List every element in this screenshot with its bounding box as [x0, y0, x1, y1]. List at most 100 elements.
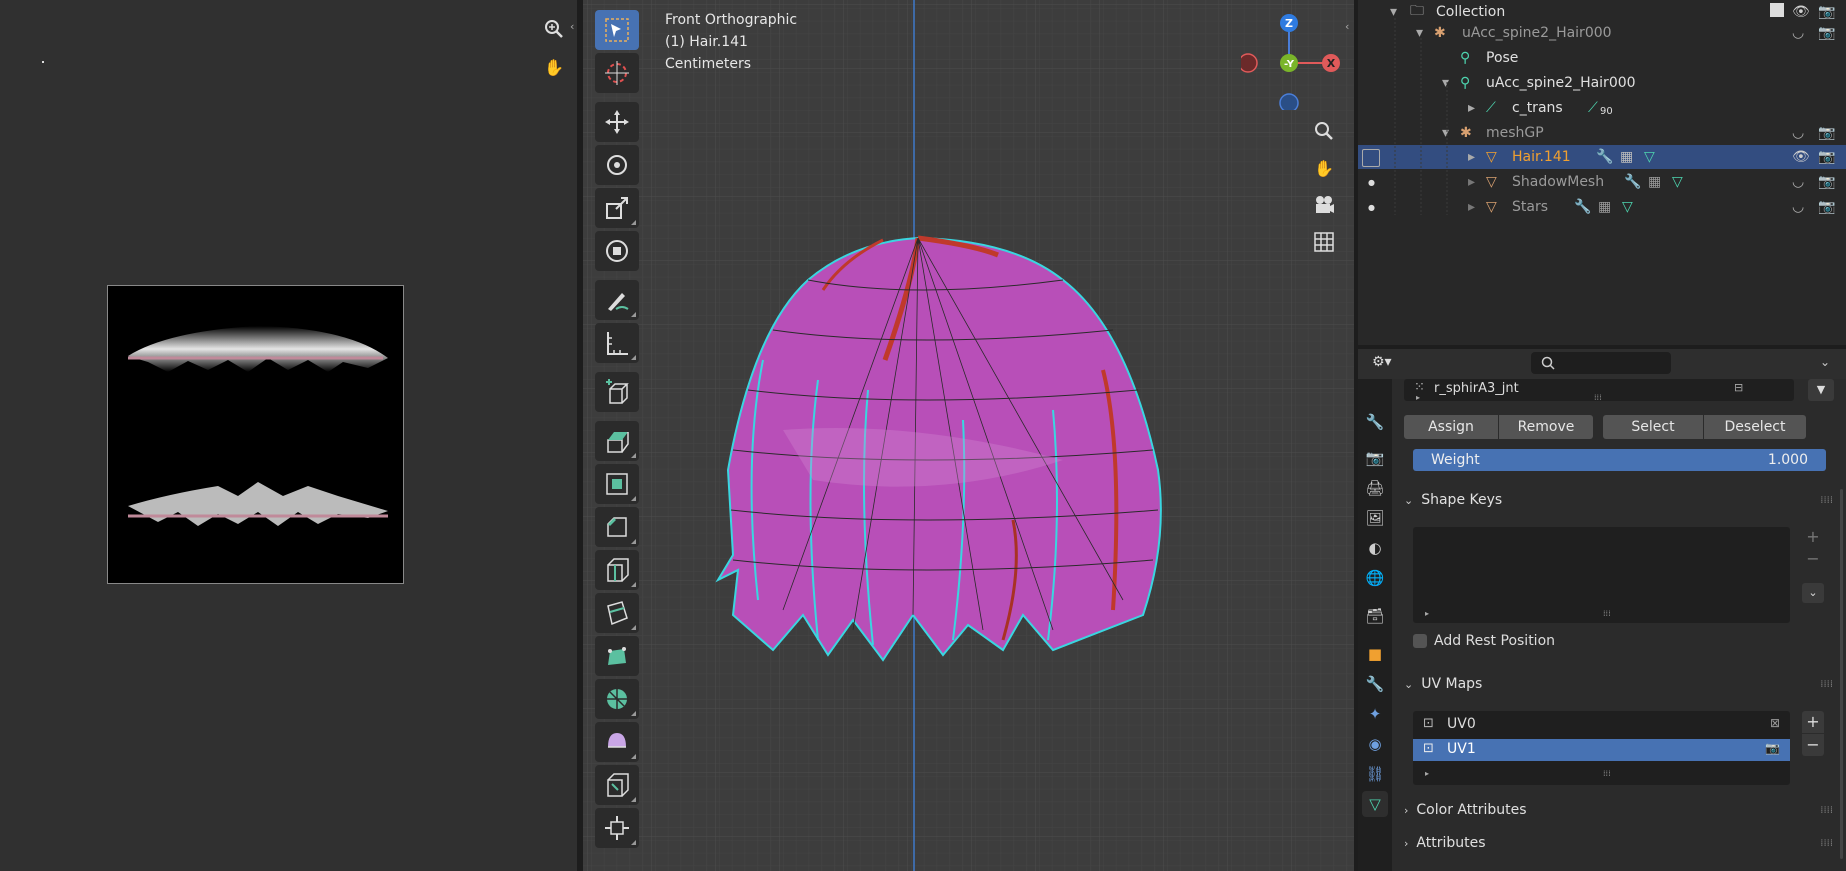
- zoom-icon[interactable]: [539, 14, 569, 44]
- edge-slide-tool[interactable]: [595, 765, 639, 805]
- pan-hand-icon[interactable]: ✋: [1309, 153, 1339, 183]
- add-rest-position-label: Add Rest Position: [1434, 633, 1556, 649]
- shape-keys-list[interactable]: ▸ ⁞⁞⁞: [1413, 527, 1790, 623]
- add-rest-position-checkbox[interactable]: [1413, 634, 1427, 648]
- smooth-tool[interactable]: [595, 722, 639, 762]
- chevron-down-icon: ⌄: [1404, 677, 1414, 691]
- pan-hand-icon[interactable]: ✋: [539, 52, 569, 82]
- modifier-tab-icon[interactable]: 🔧: [1362, 671, 1388, 697]
- vertex-group-list[interactable]: ⁙ r_sphirA3_jnt ▸ ⁞⁞⁞ ⊟: [1404, 379, 1794, 402]
- uv-maps-list[interactable]: ⊡ UV0 ⊠ ⊡ UV1 📷 ▸ ⁞⁞⁞: [1413, 711, 1790, 785]
- units-label: Centimeters: [665, 56, 752, 72]
- expand-arrow-icon[interactable]: ▸: [1425, 769, 1429, 778]
- physics-tab-icon[interactable]: ◉: [1362, 731, 1388, 757]
- tool-tab-icon[interactable]: 🔧: [1362, 409, 1388, 435]
- camera-render-icon[interactable]: ⊠: [1770, 716, 1780, 730]
- poly-build-tool[interactable]: [595, 636, 639, 676]
- color-attributes-panel-header[interactable]: › Color Attributes ⁞⁞⁞⁞: [1404, 795, 1841, 825]
- rotate-tool[interactable]: [595, 145, 639, 185]
- constraints-tab-icon[interactable]: ⛓: [1362, 761, 1388, 787]
- uv-editor[interactable]: ✋ ‹: [0, 0, 577, 871]
- resize-grip-icon[interactable]: ⁞⁞⁞: [1594, 393, 1602, 402]
- expand-arrow-icon[interactable]: ▸: [1416, 393, 1420, 402]
- loop-cut-tool[interactable]: [595, 550, 639, 590]
- vertex-group-item[interactable]: r_sphirA3_jnt: [1434, 381, 1519, 396]
- grid-view-icon[interactable]: [1309, 227, 1339, 257]
- add-uv-map-icon[interactable]: +: [1802, 711, 1824, 733]
- properties-header: ⚙▾ ⌄: [1358, 349, 1846, 379]
- scene-tab-icon[interactable]: ◐: [1362, 535, 1388, 561]
- camera-icon[interactable]: [1309, 190, 1339, 220]
- chevron-right-icon: ›: [1404, 836, 1409, 850]
- inset-tool[interactable]: [595, 464, 639, 504]
- svg-text:Z: Z: [1285, 17, 1293, 30]
- scrollbar[interactable]: [1840, 489, 1843, 859]
- editor-type-icon[interactable]: ⚙▾: [1372, 354, 1402, 374]
- search-input[interactable]: [1531, 352, 1671, 374]
- 3d-viewport[interactable]: Front Orthographic (1) Hair.141 Centimet…: [583, 0, 1354, 871]
- resize-grip-icon[interactable]: ⁞⁞⁞: [1603, 609, 1611, 618]
- deselect-button[interactable]: Deselect: [1704, 415, 1806, 439]
- annotate-tool[interactable]: [595, 280, 639, 320]
- measure-tool[interactable]: [595, 323, 639, 363]
- drag-grip-icon[interactable]: ⁞⁞⁞⁞: [1820, 495, 1833, 506]
- search-icon: [1541, 356, 1555, 370]
- shape-key-specials-icon[interactable]: ⌄: [1802, 583, 1824, 603]
- camera-render-icon[interactable]: 📷: [1765, 741, 1780, 755]
- drag-grip-icon[interactable]: ⁞⁞⁞⁞: [1820, 838, 1833, 849]
- scale-tool[interactable]: [595, 188, 639, 228]
- view-name: Front Orthographic: [665, 12, 798, 28]
- add-shape-key-icon[interactable]: +: [1802, 527, 1824, 549]
- properties-editor[interactable]: ⚙▾ ⌄ 🔧 📷 🖨 🖼 ◐ 🌐 🗃 ■ 🔧 ✦ ◉ ⛓ ▽ ⁙ r_sphir…: [1358, 349, 1846, 871]
- shape-keys-panel-header[interactable]: ⌄ Shape Keys ⁞⁞⁞⁞: [1404, 485, 1841, 515]
- uv-map-item-active[interactable]: ⊡ UV1 📷: [1413, 739, 1790, 761]
- weight-label: Weight: [1431, 452, 1480, 468]
- outliner[interactable]: ▾ 🗀 Collection 👁 📷 ▾ ✱ uAcc_spine2_Hair0…: [1358, 0, 1846, 345]
- remove-uv-map-icon[interactable]: −: [1802, 734, 1824, 756]
- transform-tool[interactable]: [595, 231, 639, 271]
- cursor-dot: [42, 61, 44, 63]
- collapse-arrow-icon[interactable]: ‹: [570, 20, 574, 33]
- collection-tab-icon[interactable]: 🗃: [1362, 603, 1388, 629]
- move-tool[interactable]: [595, 102, 639, 142]
- knife-tool[interactable]: [595, 593, 639, 633]
- specials-dropdown-icon[interactable]: ▼: [1808, 379, 1834, 401]
- uv-map-icon: ⊡: [1423, 716, 1434, 731]
- select-box-tool[interactable]: [595, 10, 639, 50]
- bevel-tool[interactable]: [595, 507, 639, 547]
- render-tab-icon[interactable]: 📷: [1362, 445, 1388, 471]
- panel-title: Attributes: [1416, 835, 1486, 851]
- remove-shape-key-icon[interactable]: −: [1802, 549, 1824, 571]
- add-cube-tool[interactable]: [595, 372, 639, 412]
- drag-grip-icon[interactable]: ⁞⁞⁞⁞: [1820, 679, 1833, 690]
- expand-arrow-icon[interactable]: ▸: [1425, 609, 1429, 618]
- cursor-tool[interactable]: [595, 53, 639, 93]
- select-button[interactable]: Select: [1603, 415, 1703, 439]
- tool-shelf: [595, 10, 641, 851]
- zoom-icon[interactable]: [1309, 116, 1339, 146]
- object-tab-icon[interactable]: ■: [1362, 641, 1388, 667]
- output-tab-icon[interactable]: 🖨: [1362, 475, 1388, 501]
- uv-map-name: UV0: [1447, 716, 1476, 732]
- shrink-fatten-tool[interactable]: [595, 808, 639, 848]
- data-tab-icon[interactable]: ▽: [1362, 791, 1388, 817]
- navigation-gizmo[interactable]: Z X -Y: [1241, 10, 1341, 110]
- chevron-down-icon[interactable]: ⌄: [1820, 355, 1830, 369]
- particles-tab-icon[interactable]: ✦: [1362, 701, 1388, 727]
- world-tab-icon[interactable]: 🌐: [1362, 565, 1388, 591]
- uv-texture-image: [107, 285, 404, 584]
- lock-icon[interactable]: ⊟: [1734, 381, 1743, 394]
- uv-map-icon: ⊡: [1423, 741, 1434, 756]
- weight-slider[interactable]: Weight 1.000: [1413, 449, 1826, 471]
- attributes-panel-header[interactable]: › Attributes ⁞⁞⁞⁞: [1404, 828, 1841, 858]
- collapse-arrow-icon[interactable]: ‹: [1345, 20, 1349, 33]
- spin-tool[interactable]: [595, 679, 639, 719]
- remove-button[interactable]: Remove: [1499, 415, 1593, 439]
- extrude-tool[interactable]: [595, 421, 639, 461]
- assign-button[interactable]: Assign: [1404, 415, 1498, 439]
- drag-grip-icon[interactable]: ⁞⁞⁞⁞: [1820, 805, 1833, 816]
- uv-maps-panel-header[interactable]: ⌄ UV Maps ⁞⁞⁞⁞: [1404, 669, 1841, 699]
- uv-map-item[interactable]: ⊡ UV0 ⊠: [1413, 714, 1790, 736]
- resize-grip-icon[interactable]: ⁞⁞⁞: [1603, 769, 1611, 778]
- view-layer-tab-icon[interactable]: 🖼: [1362, 505, 1388, 531]
